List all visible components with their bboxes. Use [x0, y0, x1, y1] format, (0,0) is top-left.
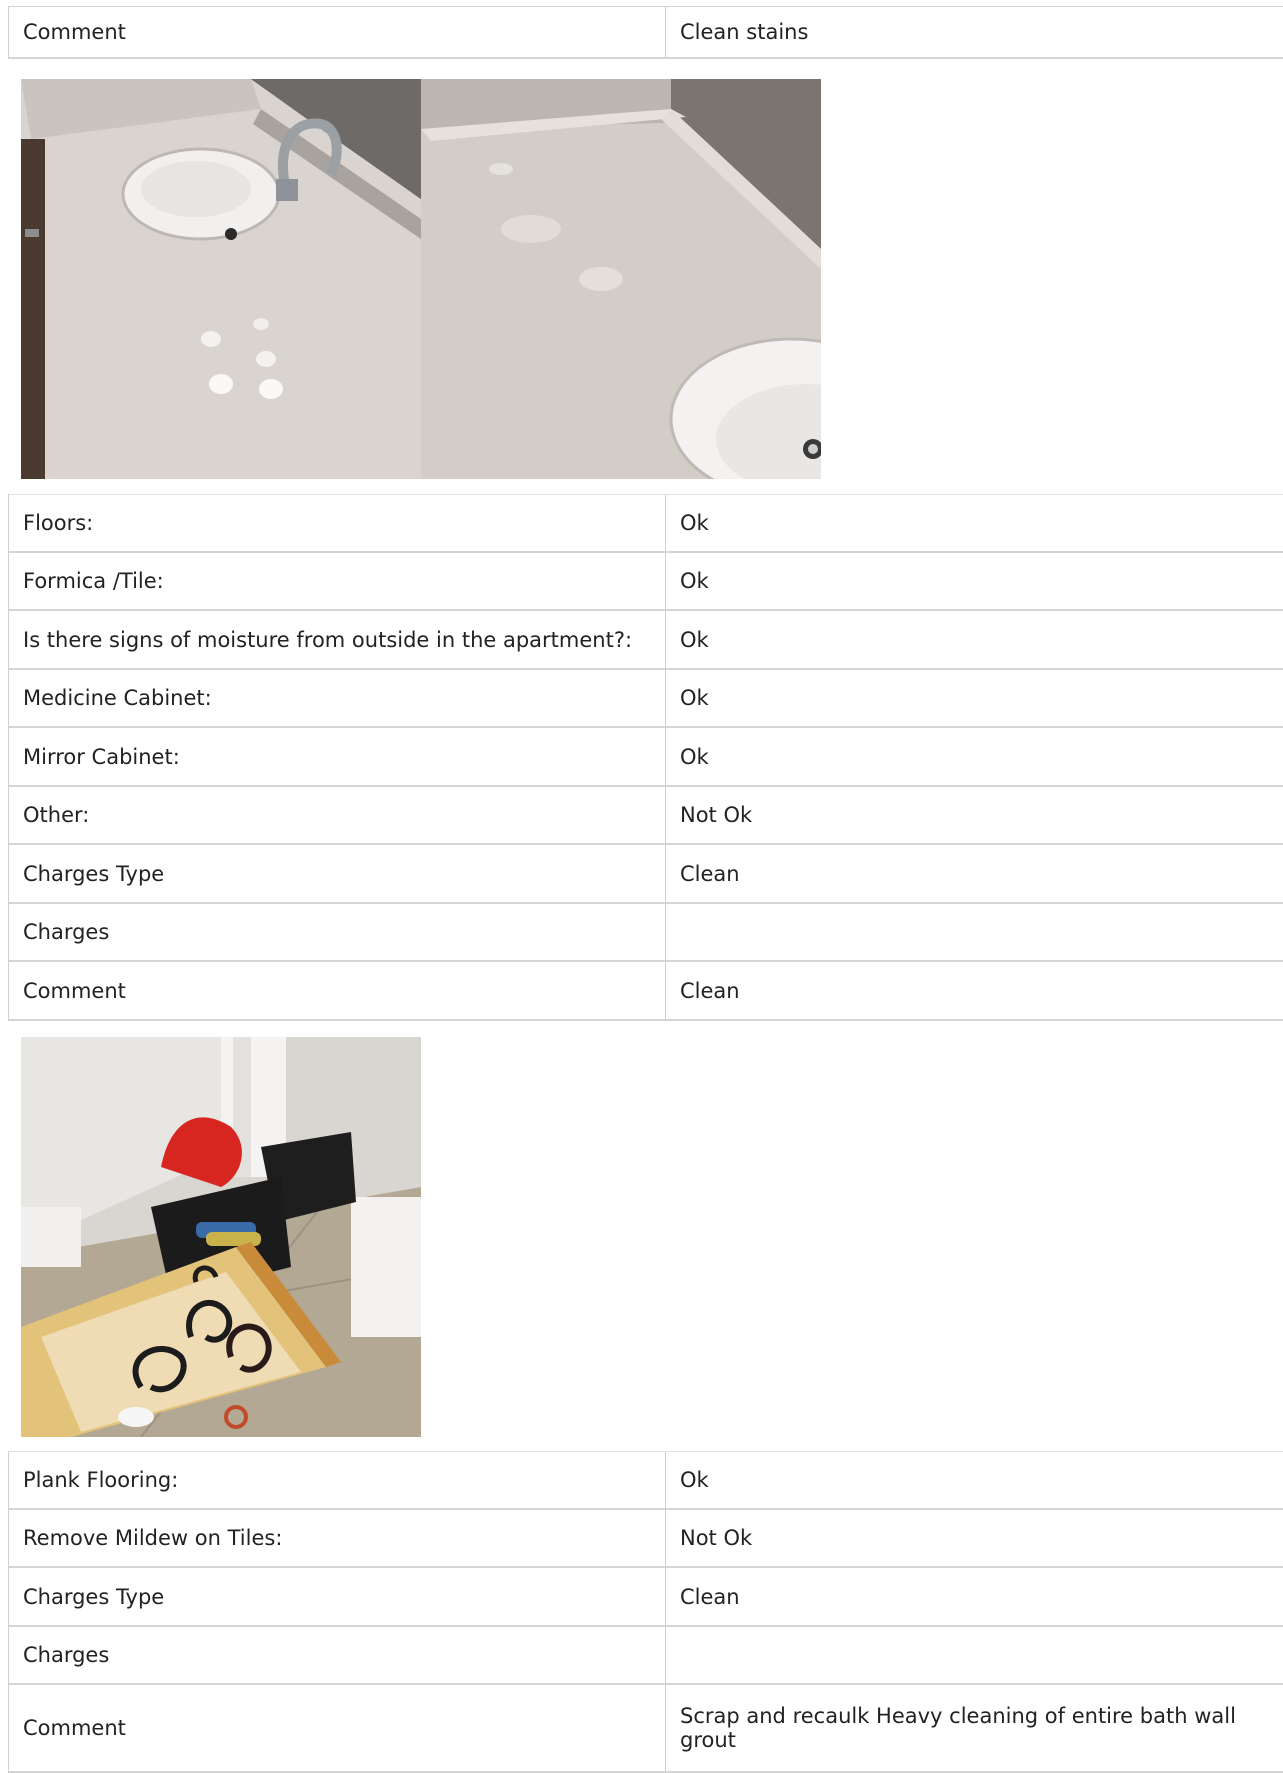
photo-group-vanity: [21, 79, 821, 479]
row-value: Not Ok: [680, 803, 753, 827]
table-row: Floors: Ok: [9, 494, 1283, 553]
row-label: Mirror Cabinet:: [9, 728, 666, 785]
table-row: Charges Type Clean: [9, 1568, 1283, 1627]
row-label: Comment: [9, 962, 666, 1019]
open-drawer-photo[interactable]: [21, 1037, 421, 1437]
row-value: Ok: [680, 569, 709, 593]
table-row: Medicine Cabinet: Ok: [9, 670, 1283, 728]
row-value: Ok: [680, 1468, 709, 1492]
row-value: Ok: [680, 627, 709, 652]
row-value: Ok: [680, 511, 709, 535]
table-row: Formica /Tile: Ok: [9, 553, 1283, 611]
countertop-stains-photo[interactable]: [421, 79, 821, 479]
drawer-photo-svg: [21, 1037, 421, 1437]
row-label: Charges Type: [9, 845, 666, 902]
row-value: Ok: [680, 744, 709, 769]
row-label: Comment: [9, 7, 666, 57]
row-value: Scrap and recaulk Heavy cleaning of enti…: [680, 1704, 1236, 1752]
table-row: Charges: [9, 904, 1283, 962]
row-label: Comment: [9, 1685, 666, 1771]
table-row: Charges Type Clean: [9, 845, 1283, 904]
row-label: Formica /Tile:: [9, 553, 666, 609]
table-row: Other: Not Ok: [9, 787, 1283, 845]
row-label: Charges: [9, 904, 666, 960]
sink-photo-svg: [21, 79, 421, 479]
row-value: [666, 1627, 1283, 1683]
row-value: Clean: [680, 1584, 740, 1609]
row-value: [666, 904, 1283, 960]
row-value: Clean: [680, 861, 740, 886]
row-value: Clean: [680, 978, 740, 1003]
table-row: Comment Clean stains: [9, 7, 1283, 59]
row-label: Other:: [9, 787, 666, 843]
table-row: Comment Clean: [9, 962, 1283, 1021]
row-label: Is there signs of moisture from outside …: [9, 611, 666, 668]
row-label: Remove Mildew on Tiles:: [9, 1510, 666, 1566]
sink-countertop-photo[interactable]: [21, 79, 421, 479]
inspection-table-bottom: Plank Flooring: Ok Remove Mildew on Tile…: [8, 1451, 1283, 1773]
photo-group-drawer: [21, 1037, 421, 1437]
row-value: Not Ok: [680, 1526, 753, 1550]
row-label: Medicine Cabinet:: [9, 670, 666, 726]
row-label: Charges Type: [9, 1568, 666, 1625]
row-label: Charges: [9, 1627, 666, 1683]
row-value: Ok: [680, 686, 709, 710]
table-row: Comment Scrap and recaulk Heavy cleaning…: [9, 1685, 1283, 1773]
row-value: Clean stains: [680, 20, 809, 44]
inspection-table-top: Comment Clean stains: [8, 6, 1283, 59]
row-label: Plank Flooring:: [9, 1452, 666, 1508]
table-row: Mirror Cabinet: Ok: [9, 728, 1283, 787]
inspection-table-middle: Floors: Ok Formica /Tile: Ok Is there si…: [8, 494, 1283, 1021]
counter-photo-svg: [421, 79, 821, 479]
table-row: Remove Mildew on Tiles: Not Ok: [9, 1510, 1283, 1568]
table-row: Charges: [9, 1627, 1283, 1685]
row-label: Floors:: [9, 495, 666, 551]
table-row: Is there signs of moisture from outside …: [9, 611, 1283, 670]
table-row: Plank Flooring: Ok: [9, 1451, 1283, 1510]
